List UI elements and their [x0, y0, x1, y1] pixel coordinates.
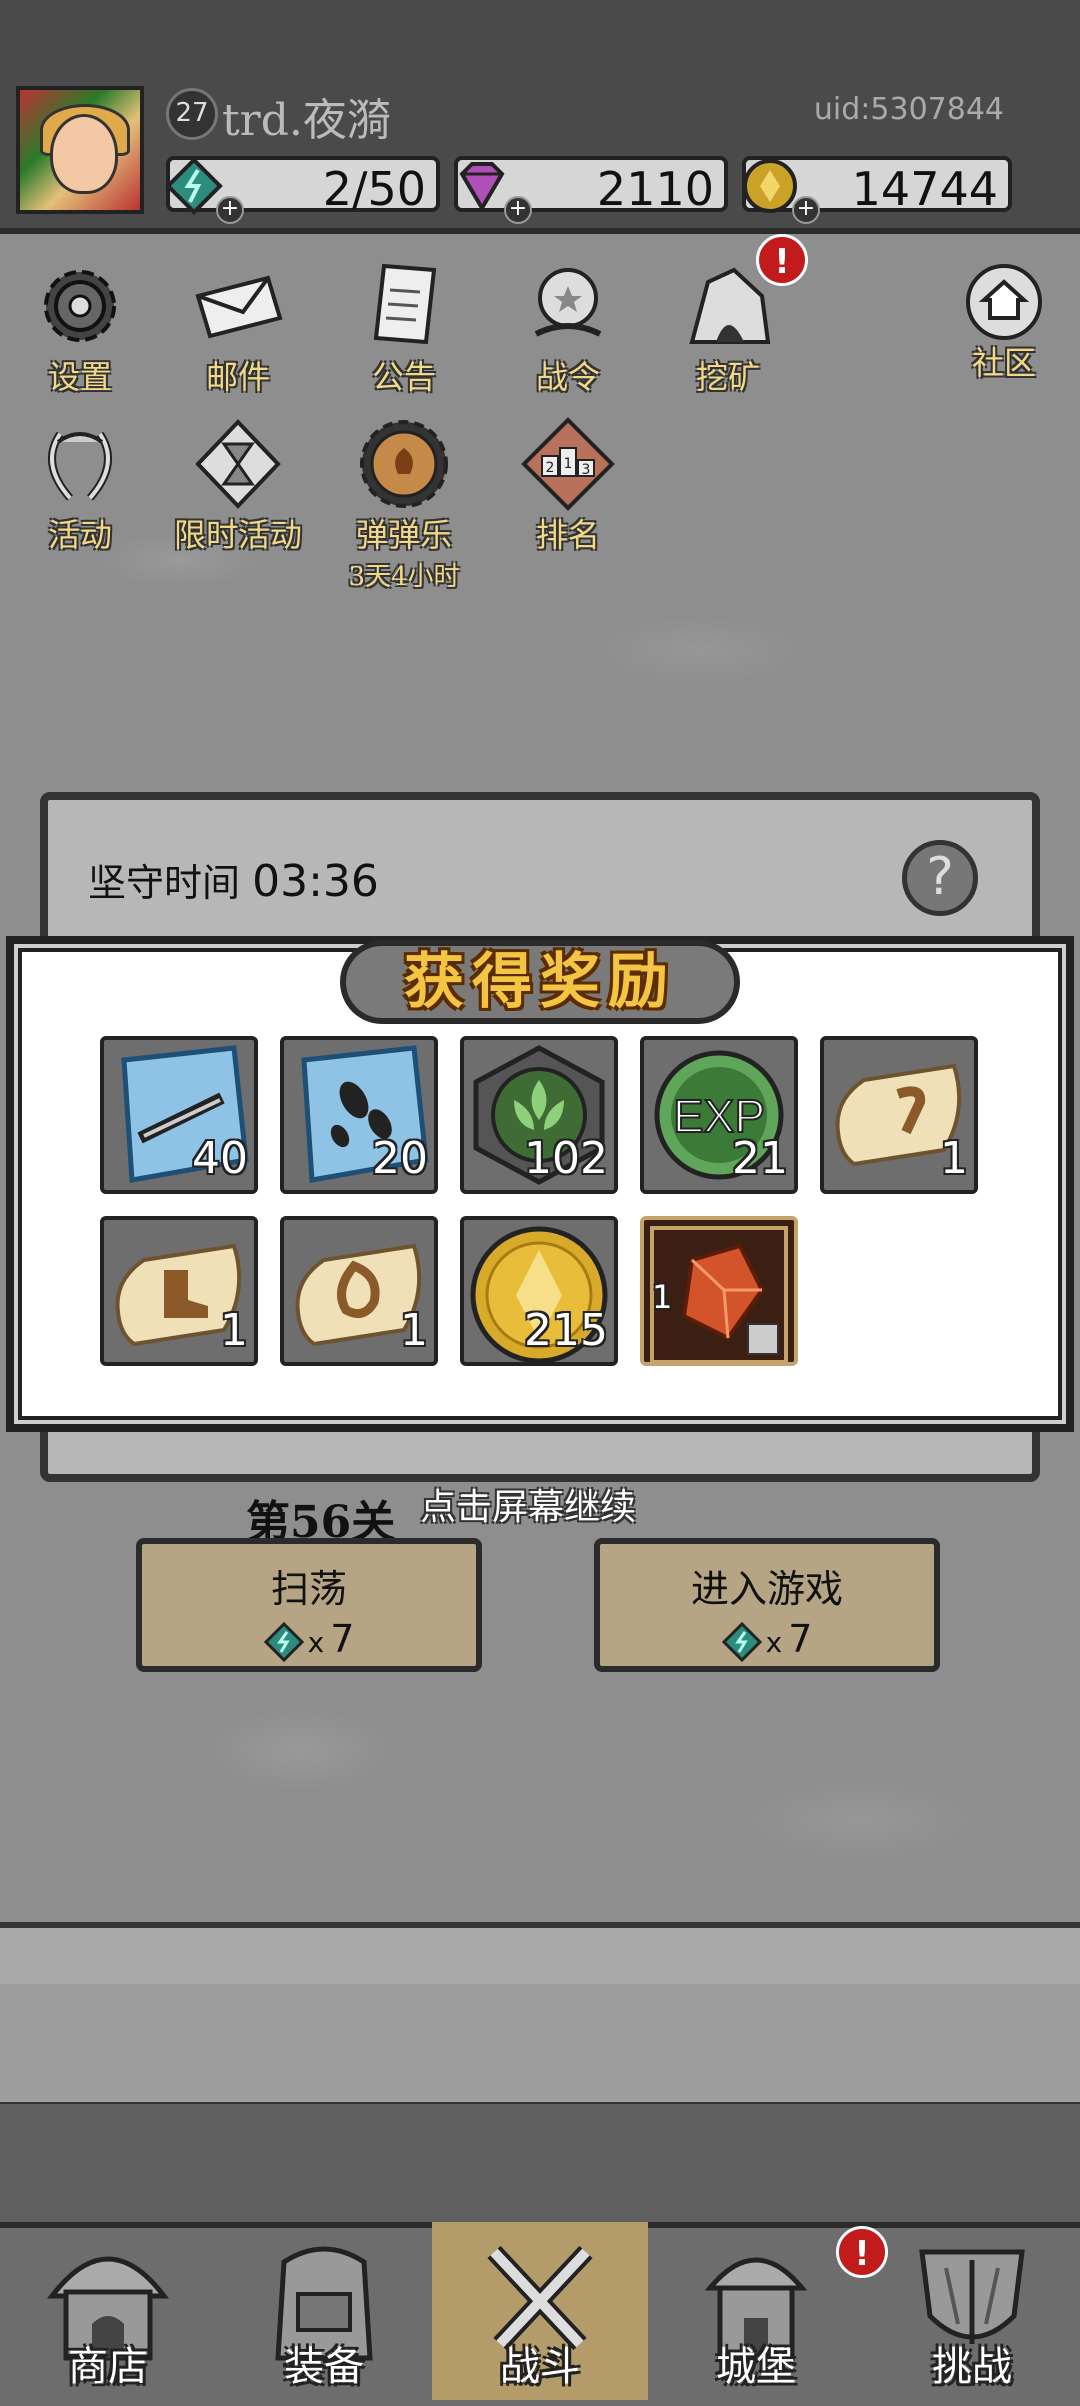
reward-slot[interactable]: 1 — [640, 1216, 798, 1366]
gold-coin-icon — [743, 159, 797, 213]
player-avatar[interactable] — [16, 86, 144, 214]
podium-digit: 2 — [546, 460, 555, 476]
reward-qty: 102 — [524, 1133, 608, 1184]
envelope-icon — [195, 275, 283, 339]
pinball-timer: 3天4小时 — [348, 562, 460, 592]
sweep-label: 扫荡 — [270, 1567, 347, 1611]
gold-counter[interactable]: + 14744 — [742, 156, 1012, 224]
tap-to-continue[interactable]: 点击屏幕继续 — [420, 1478, 636, 1530]
podium-digit: 1 — [564, 456, 573, 472]
reward-slot[interactable]: 1 — [820, 1036, 978, 1194]
menu-battle-pass[interactable]: 战令 — [498, 256, 638, 398]
reward-qty: 1 — [652, 1278, 673, 1316]
menu-ranking[interactable]: 2 1 3 排名 — [498, 414, 638, 556]
enter-cost-value: 7 — [788, 1617, 813, 1661]
add-stamina-icon[interactable]: + — [216, 196, 244, 224]
gold-value: 14744 — [851, 162, 998, 216]
enter-game-button[interactable]: 进入游戏 x7 — [594, 1538, 940, 1672]
hourglass-icon — [195, 419, 281, 509]
enter-game-label: 进入游戏 — [690, 1567, 843, 1611]
menu-label: 邮件 — [205, 358, 270, 396]
menu-community[interactable]: 社区 — [934, 256, 1074, 384]
nav-battle[interactable]: 战斗 — [432, 2222, 648, 2400]
menu-limited-events[interactable]: 限时活动 — [168, 414, 308, 556]
nav-challenge[interactable]: 挑战 — [864, 2222, 1080, 2400]
reward-qty: 21 — [732, 1133, 788, 1184]
help-button[interactable]: ? — [902, 840, 978, 916]
floor-dark — [0, 2104, 1080, 2224]
multiply-sign: x — [765, 1626, 783, 1659]
diamond-value: 2110 — [596, 162, 714, 216]
nav-label: 城堡 — [716, 2344, 796, 2390]
add-gold-icon[interactable]: + — [792, 196, 820, 224]
menu-label: 限时活动 — [173, 516, 302, 554]
nav-label: 商店 — [68, 2344, 148, 2390]
reward-qty: 20 — [372, 1133, 428, 1184]
laurel-wreath-icon — [48, 431, 112, 501]
reward-slot[interactable]: 1 — [100, 1216, 258, 1366]
ranking-podium-icon: 2 1 3 — [521, 417, 615, 511]
crystal-ball-icon — [534, 268, 602, 337]
pinball-chip-icon — [360, 420, 448, 508]
floor-boards — [0, 1984, 1080, 2108]
menu-label: 排名 — [535, 516, 600, 554]
stamina-gem-icon — [165, 157, 223, 215]
multiply-sign: x — [307, 1626, 325, 1659]
reward-qty: 1 — [400, 1305, 428, 1356]
reward-title-banner: 获得奖励 — [340, 940, 740, 1024]
menu-events[interactable]: 活动 — [10, 414, 150, 556]
player-uid: uid:5307844 — [813, 92, 1004, 127]
reward-qty: 40 — [192, 1133, 248, 1184]
reward-qty: 1 — [220, 1305, 248, 1356]
menu-notice[interactable]: 公告 — [334, 256, 474, 398]
stamina-value: 2/50 — [322, 162, 426, 216]
hold-time: 坚守时间 03:36 — [88, 852, 379, 907]
nav-label: 战斗 — [500, 2344, 580, 2390]
reward-qty: 1 — [940, 1133, 968, 1184]
reward-title: 获得奖励 — [404, 947, 676, 1017]
reward-qty: 215 — [524, 1305, 608, 1356]
sweep-cost: x7 — [142, 1617, 476, 1662]
reward-slot[interactable]: 40 — [100, 1036, 258, 1194]
nav-castle[interactable]: 城堡 — [648, 2222, 864, 2400]
nav-label: 装备 — [284, 2344, 364, 2390]
stamina-counter[interactable]: + 2/50 — [165, 156, 440, 224]
diamond-counter[interactable]: + 2110 — [454, 156, 728, 224]
menu-mail[interactable]: 邮件 — [168, 256, 308, 398]
reward-slot[interactable]: 215 — [460, 1216, 618, 1366]
menu-label: 公告 — [371, 358, 436, 396]
floor-plank — [0, 1922, 1080, 1990]
scroll-icon — [373, 263, 437, 345]
enter-cost: x7 — [600, 1617, 934, 1662]
gear-icon — [44, 270, 116, 342]
menu-label: 弹弹乐 — [355, 516, 452, 554]
nav-shop[interactable]: 商店 — [0, 2222, 216, 2400]
reward-slot[interactable]: EXP 21 — [640, 1036, 798, 1194]
menu-label: 活动 — [47, 516, 112, 554]
sweep-cost-value: 7 — [330, 1617, 355, 1661]
stamina-gem-icon — [263, 1621, 304, 1662]
podium-digit: 3 — [582, 462, 591, 478]
reward-slot[interactable]: 20 — [280, 1036, 438, 1194]
hold-time-label: 坚守时间 — [88, 861, 241, 905]
sweep-button[interactable]: 扫荡 x7 — [136, 1538, 482, 1672]
reward-slot[interactable]: 1 — [280, 1216, 438, 1366]
player-name: trd.夜漪 — [222, 95, 391, 146]
menu-pinball[interactable]: 弹弹乐 3天4小时 — [334, 414, 474, 593]
menu-label: 设置 — [47, 358, 112, 396]
mining-notification-badge: ! — [756, 234, 808, 286]
avatar-face — [50, 114, 118, 194]
reward-slot[interactable]: 102 — [460, 1036, 618, 1194]
menu-settings[interactable]: 设置 — [10, 256, 150, 398]
player-level-badge: 27 — [166, 88, 218, 140]
stamina-gem-icon — [721, 1621, 762, 1662]
diamond-icon — [459, 162, 505, 212]
add-diamond-icon[interactable]: + — [504, 196, 532, 224]
menu-label: 挖矿 — [695, 358, 760, 396]
menu-label: 战令 — [535, 358, 600, 396]
nav-equipment[interactable]: 装备 — [216, 2222, 432, 2400]
nav-label: 挑战 — [932, 2344, 1012, 2390]
hold-time-value: 03:36 — [252, 856, 379, 907]
